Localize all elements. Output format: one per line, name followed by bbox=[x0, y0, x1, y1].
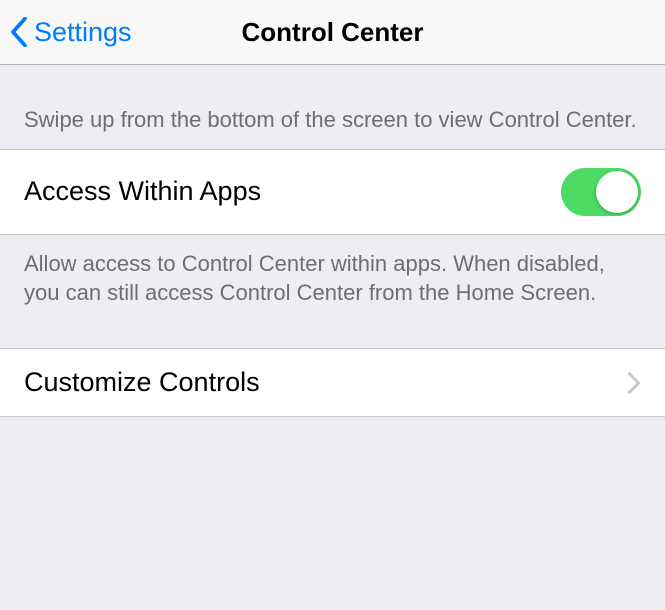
customize-controls-label: Customize Controls bbox=[24, 367, 260, 398]
section-header-text: Swipe up from the bottom of the screen t… bbox=[0, 65, 665, 149]
back-label: Settings bbox=[34, 17, 132, 48]
navigation-bar: Settings Control Center bbox=[0, 0, 665, 65]
chevron-left-icon bbox=[10, 17, 28, 47]
access-within-apps-cell: Access Within Apps bbox=[0, 149, 665, 235]
chevron-right-icon bbox=[627, 371, 641, 395]
toggle-knob bbox=[596, 171, 638, 213]
section-footer-text: Allow access to Control Center within ap… bbox=[0, 235, 665, 348]
customize-controls-cell[interactable]: Customize Controls bbox=[0, 348, 665, 417]
access-within-apps-toggle[interactable] bbox=[561, 168, 641, 216]
access-within-apps-label: Access Within Apps bbox=[24, 176, 261, 207]
back-button[interactable]: Settings bbox=[10, 17, 132, 48]
page-title: Control Center bbox=[242, 17, 424, 48]
